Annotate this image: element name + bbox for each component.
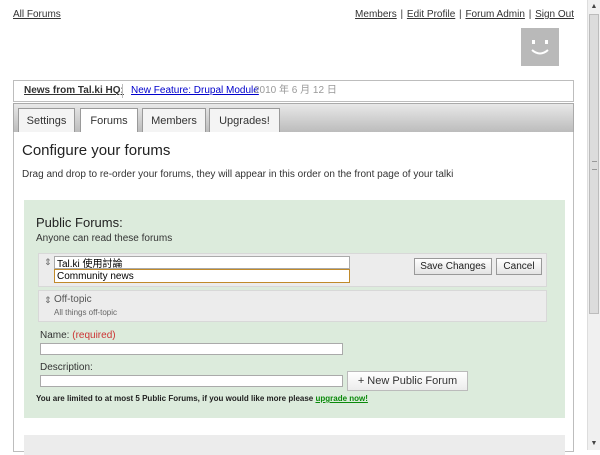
news-item-link[interactable]: New Feature: Drupal Module (131, 81, 259, 101)
avatar[interactable] (521, 28, 559, 66)
tab-settings[interactable]: Settings (18, 108, 75, 134)
new-public-forum-button[interactable]: + New Public Forum (347, 371, 468, 391)
public-forums-subtitle: Anyone can read these forums (36, 233, 173, 244)
edit-profile-link[interactable]: Edit Profile (407, 9, 455, 20)
grip-icon (592, 161, 597, 170)
limit-note: You are limited to at most 5 Public Foru… (36, 394, 368, 403)
news-bar: News from Tal.ki HQ: New Feature: Drupal… (13, 80, 574, 102)
tab-forums[interactable]: Forums (80, 108, 138, 135)
public-forums-title: Public Forums: (36, 215, 123, 230)
forum-admin-link[interactable]: Forum Admin (465, 9, 524, 20)
drag-handle-icon[interactable]: ⇕ (44, 295, 52, 306)
limit-note-text: You are limited to at most 5 Public Foru… (36, 394, 316, 403)
forum-name: Off-topic (54, 294, 92, 305)
required-label: (required) (72, 330, 116, 341)
link-separator: | (459, 9, 462, 20)
forum-name-edit-input[interactable] (54, 256, 350, 269)
new-forum-description-input[interactable] (40, 375, 343, 387)
next-section (24, 435, 565, 455)
all-forums-link[interactable]: All Forums (13, 9, 61, 20)
forum-description: All things off-topic (54, 308, 117, 317)
scroll-down-icon[interactable]: ▼ (588, 437, 600, 450)
forum-description-edit-input[interactable] (54, 269, 350, 283)
vertical-scrollbar[interactable]: ▲ ▼ (587, 0, 600, 450)
scrollbar-thumb[interactable] (589, 14, 599, 314)
news-divider (122, 84, 123, 98)
members-link[interactable]: Members (355, 9, 397, 20)
link-separator: | (528, 9, 532, 20)
new-forum-name-input[interactable] (40, 343, 343, 355)
link-separator: | (400, 9, 404, 20)
cancel-button[interactable]: Cancel (496, 258, 542, 275)
save-changes-button[interactable]: Save Changes (414, 258, 492, 275)
name-label-text: Name: (40, 330, 70, 341)
smiley-face-icon (531, 40, 549, 55)
news-date: 2010 年 6 月 12 日 (254, 85, 337, 96)
scroll-up-icon[interactable]: ▲ (588, 0, 600, 13)
tab-upgrades[interactable]: Upgrades! (209, 108, 280, 134)
forum-row[interactable]: ⇕ (38, 290, 547, 322)
drag-handle-icon[interactable]: ⇕ (44, 257, 52, 268)
news-title: News from Tal.ki HQ: (24, 85, 124, 96)
page-description: Drag and drop to re-order your forums, t… (22, 169, 454, 180)
description-label: Description: (40, 362, 93, 373)
page-title: Configure your forums (22, 142, 171, 159)
account-links: Members | Edit Profile | Forum Admin | S… (355, 9, 574, 20)
upgrade-now-link[interactable]: upgrade now! (315, 394, 367, 403)
name-label: Name: (required) (40, 330, 116, 341)
sign-out-link[interactable]: Sign Out (535, 9, 574, 20)
tab-members[interactable]: Members (142, 108, 206, 134)
tab-strip: Settings Forums Members Upgrades! (13, 103, 574, 135)
